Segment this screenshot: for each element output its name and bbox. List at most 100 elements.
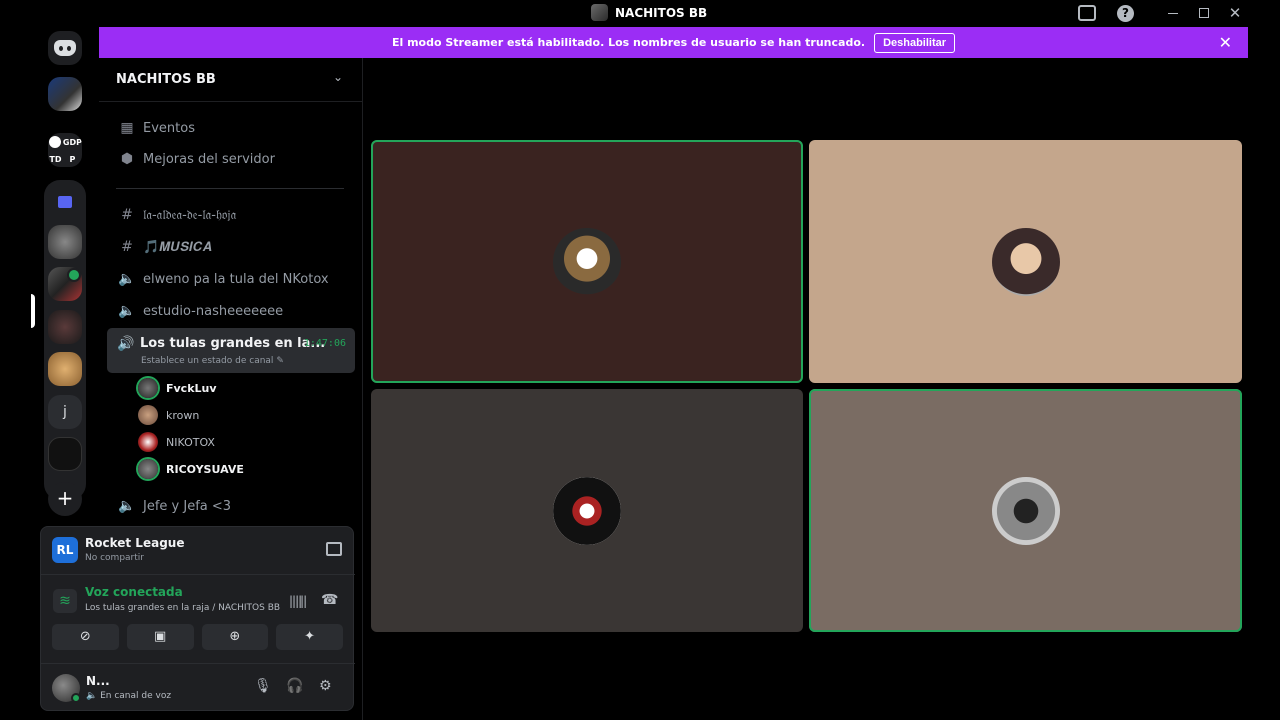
banner-text: El modo Streamer está habilitado. Los no… <box>391 36 866 49</box>
close-icon[interactable]: ✕ <box>1219 33 1232 52</box>
speaker-icon: 🔈 <box>118 303 136 319</box>
window-title: NACHITOS BB <box>591 4 707 21</box>
channel-label: 🎵𝑴𝑼𝑺𝑰𝑪𝑨 <box>143 239 212 255</box>
server-icon-1[interactable] <box>48 77 82 111</box>
sidebar-item-label: Eventos <box>143 120 195 136</box>
channel-text-1[interactable]: # 𝔩𝔞-𝔞𝔩𝔡𝔢𝔞-𝔡𝔢-𝔩𝔞-𝔥𝔬𝔧𝔞 <box>107 201 355 229</box>
activity-title: Rocket League <box>85 536 185 550</box>
server-header[interactable]: NACHITOS BB ⌄ <box>99 58 363 102</box>
title-bar: NACHITOS BB ? ✕ <box>0 0 1280 27</box>
headphones-icon[interactable]: 🎧 <box>286 678 303 694</box>
gamepad-icon[interactable]: ⊕ <box>201 624 269 650</box>
help-icon[interactable]: ? <box>1117 5 1134 22</box>
activity-icon[interactable]: ✦ <box>276 624 343 650</box>
soundwave-icon[interactable]: |||‖| <box>289 594 307 608</box>
channel-voice-active[interactable]: 🔊 Los tulas grandes en la... 1:47:06 Est… <box>107 328 355 373</box>
channel-status-text: Establece un estado de canal <box>141 356 274 366</box>
server-icon-j[interactable]: j <box>48 395 82 429</box>
discord-home-button[interactable] <box>48 31 82 65</box>
screen-share-icon[interactable] <box>326 542 342 556</box>
maximize-button[interactable] <box>1199 8 1209 18</box>
gear-icon[interactable]: ⚙ <box>319 678 332 694</box>
channel-text-2[interactable]: # 🎵𝑴𝑼𝑺𝑰𝑪𝑨 <box>107 233 355 261</box>
avatar <box>138 378 158 398</box>
hangup-icon[interactable]: ☎ <box>321 592 338 608</box>
sidebar-item-label: Mejoras del servidor <box>143 151 275 167</box>
voice-user[interactable]: RICOYSUAVE <box>138 458 244 480</box>
gdp-cell-avatar <box>49 136 62 149</box>
video-tile-1[interactable] <box>371 140 803 383</box>
voice-user-name: RICOYSUAVE <box>166 462 244 476</box>
activity-row: RL Rocket League No compartir <box>41 527 355 575</box>
speaker-icon: 🔈 <box>118 498 136 514</box>
voice-user-name: NIKOTOX <box>166 435 215 449</box>
channel-label: estudio-nasheeeeeee <box>143 303 284 319</box>
gdp-label: GDP <box>62 137 82 147</box>
server-icon-4[interactable] <box>48 352 82 386</box>
voice-user[interactable]: krown <box>138 404 199 426</box>
voice-user-name: krown <box>166 408 200 422</box>
video-tile-2[interactable] <box>809 140 1242 383</box>
voice-user[interactable]: NIKOTOX <box>138 431 215 453</box>
server-folder-gdp[interactable]: GDP TD P <box>48 133 82 167</box>
channel-label: Jefe y Jefa <3 <box>143 498 232 514</box>
voice-user[interactable]: FvckLuv <box>138 377 217 399</box>
speaker-icon: 🔈 <box>118 271 136 287</box>
server-name: NACHITOS BB <box>116 72 216 87</box>
avatar <box>138 432 158 452</box>
user-status: 🔈 En canal de voz <box>86 691 171 701</box>
avatar <box>553 476 621 545</box>
status-dot <box>71 693 81 703</box>
disable-streamer-button[interactable]: Deshabilitar <box>874 32 956 53</box>
hash-icon: # <box>121 207 133 223</box>
channel-label: elweno pa la tula del NKotox <box>143 271 329 287</box>
calendar-icon: ▦ <box>120 120 134 136</box>
microphone-icon[interactable]: 🎙 <box>254 678 272 694</box>
server-icon-3[interactable] <box>48 310 82 344</box>
voice-video-grid <box>363 58 1248 720</box>
screen-share-icon[interactable]: ▣ <box>126 624 194 650</box>
user-panel: RL Rocket League No compartir ≋ Voz cone… <box>40 526 355 712</box>
speaker-icon: 🔈 <box>86 691 98 701</box>
add-server-button[interactable]: + <box>48 482 82 516</box>
discord-icon <box>54 40 76 56</box>
channel-status[interactable]: Establece un estado de canal ✎ <box>141 356 284 366</box>
sidebar-item-eventos[interactable]: ▦ Eventos <box>107 114 355 142</box>
close-window-button[interactable]: ✕ <box>1226 2 1244 24</box>
speaker-icon: 🔊 <box>117 336 135 352</box>
avatar <box>991 227 1060 296</box>
video-tile-3[interactable] <box>371 389 803 632</box>
voice-active-icon <box>67 268 81 282</box>
signal-icon[interactable]: ≋ <box>53 589 77 613</box>
streamer-mode-banner: El modo Streamer está habilitado. Los no… <box>99 27 1248 58</box>
sidebar-item-mejoras[interactable]: ⬢ Mejoras del servidor <box>107 145 355 173</box>
divider <box>116 188 344 189</box>
user-row: N... 🔈 En canal de voz 🎙 🎧 ⚙ <box>41 663 355 712</box>
server-icon-2[interactable] <box>48 225 82 259</box>
channel-voice-1[interactable]: 🔈 elweno pa la tula del NKotox <box>107 265 355 293</box>
selected-server-indicator <box>31 294 35 328</box>
rocket-league-icon: RL <box>52 537 78 563</box>
avatar <box>553 227 621 296</box>
video-tile-4[interactable] <box>809 389 1242 632</box>
td-label: TD <box>49 154 62 164</box>
folder-icon[interactable] <box>48 185 82 219</box>
user-status-text: En canal de voz <box>100 691 172 701</box>
minimize-button[interactable] <box>1168 13 1178 14</box>
avatar <box>991 476 1060 545</box>
voice-status-title[interactable]: Voz conectada <box>85 585 183 599</box>
chevron-down-icon: ⌄ <box>333 70 344 84</box>
camera-off-icon[interactable]: ⊘ <box>52 624 119 650</box>
call-timer: 1:47:06 <box>303 338 346 349</box>
server-icon-5[interactable] <box>48 437 82 471</box>
channel-voice-2[interactable]: 🔈 estudio-nasheeeeeee <box>107 297 355 325</box>
inbox-icon[interactable] <box>1078 5 1096 21</box>
pencil-icon: ✎ <box>276 356 284 366</box>
channel-label: 𝔩𝔞-𝔞𝔩𝔡𝔢𝔞-𝔡𝔢-𝔩𝔞-𝔥𝔬𝔧𝔞 <box>143 207 237 223</box>
active-channel-name: Los tulas grandes en la... <box>140 336 326 351</box>
username: N... <box>86 674 110 688</box>
voice-channel-path[interactable]: Los tulas grandes en la raja / NACHITOS … <box>85 603 280 613</box>
channel-voice-3[interactable]: 🔈 Jefe y Jefa <3 <box>107 492 355 520</box>
window-title-text: NACHITOS BB <box>615 5 708 20</box>
server-thumbnail <box>591 4 608 21</box>
